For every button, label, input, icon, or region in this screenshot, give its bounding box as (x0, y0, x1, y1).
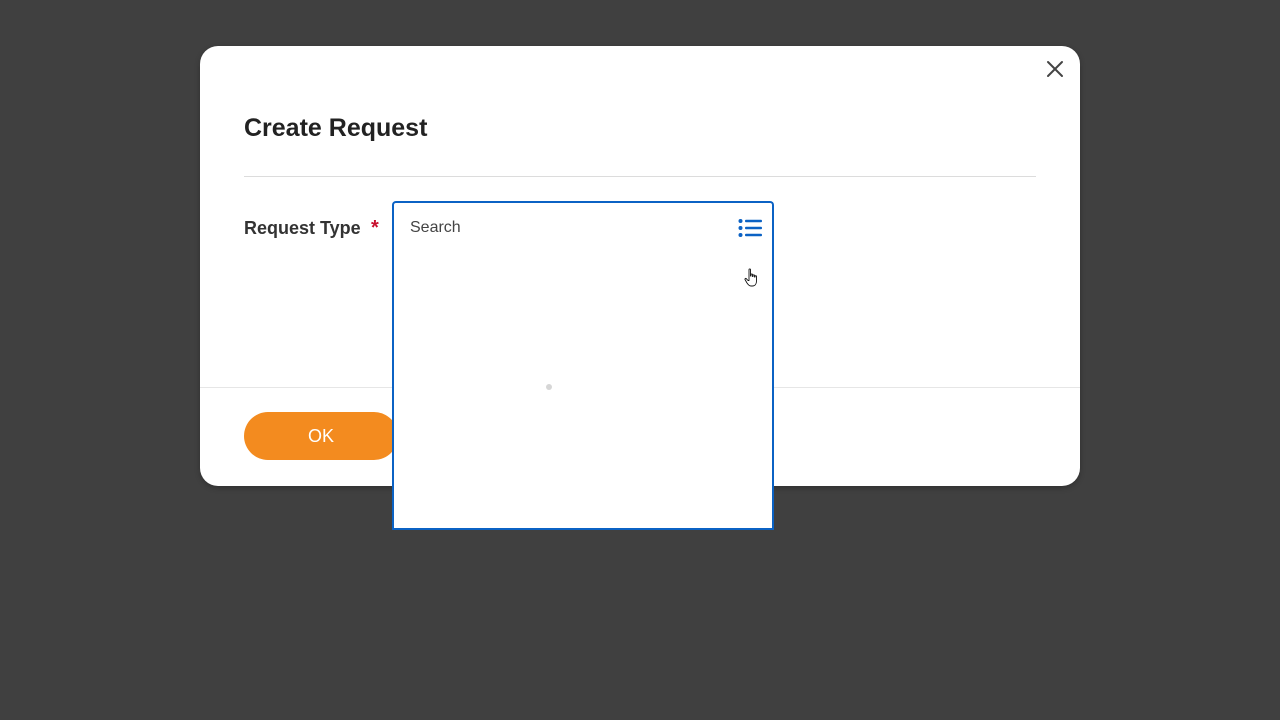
close-button[interactable] (1042, 56, 1068, 82)
title-divider (244, 176, 1036, 177)
loading-indicator (546, 384, 552, 390)
search-input[interactable] (410, 215, 710, 241)
request-type-dropdown[interactable] (392, 253, 774, 530)
required-indicator: * (371, 217, 379, 239)
request-type-prompt[interactable] (392, 201, 774, 253)
close-icon (1047, 61, 1063, 77)
ok-button[interactable]: OK (244, 412, 398, 460)
dialog-title: Create Request (244, 114, 428, 142)
request-type-label: Request Type (244, 218, 361, 238)
list-icon[interactable] (738, 218, 762, 238)
